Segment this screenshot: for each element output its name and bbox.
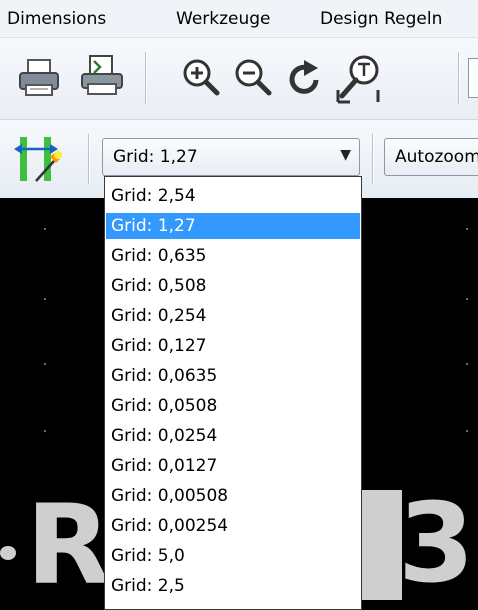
grid-dot	[44, 228, 46, 230]
menu-bar: Dimensions Werkzeuge Design Regeln	[0, 0, 478, 38]
grid-option[interactable]: Grid: 0,0254	[106, 423, 360, 449]
grid-dot	[466, 228, 468, 230]
zoom-select[interactable]: Autozoom	[384, 138, 478, 176]
canvas-label-r: R	[26, 481, 111, 609]
menu-werkzeuge[interactable]: Werkzeuge	[176, 9, 271, 29]
toolbar-separator	[88, 134, 89, 184]
grid-option[interactable]: Grid: 0,0635	[106, 363, 360, 389]
redraw-icon[interactable]	[284, 58, 326, 100]
grid-option[interactable]: Grid: 0,00508	[106, 483, 360, 509]
grid-dropdown-list: Grid: 2,54 Grid: 1,27 Grid: 0,635 Grid: 0,5…	[104, 176, 362, 610]
grid-dot	[466, 298, 468, 300]
clipped-toolbar-button[interactable]	[468, 58, 478, 98]
grid-select[interactable]: Grid: 1,27 ▼	[102, 138, 360, 176]
grid-dot	[44, 430, 46, 432]
toolbar-separator	[372, 134, 373, 184]
main-toolbar	[0, 38, 478, 120]
grid-dot	[466, 430, 468, 432]
grid-option[interactable]: Grid: 0,0127	[106, 453, 360, 479]
canvas-label-3: 3	[398, 479, 475, 607]
grid-option[interactable]: Grid: 2,5	[106, 573, 360, 599]
grid-dot	[44, 363, 46, 365]
zoom-fit-icon[interactable]	[334, 50, 384, 106]
grid-option[interactable]: Grid: 0,635	[106, 243, 360, 269]
canvas-stroke	[362, 490, 402, 600]
plot-icon[interactable]	[78, 53, 128, 101]
grid-option[interactable]: Grid: 0,254	[106, 303, 360, 329]
zoom-in-icon[interactable]	[180, 56, 222, 98]
toolbar-separator	[145, 52, 146, 104]
grid-dot	[44, 298, 46, 300]
grid-option[interactable]: Grid: 5,0	[106, 543, 360, 569]
grid-select-value: Grid: 1,27	[113, 147, 198, 167]
print-icon[interactable]	[16, 55, 62, 101]
toolbar-separator	[458, 52, 459, 104]
grid-option[interactable]: Grid: 0,0508	[106, 393, 360, 419]
grid-option[interactable]: Grid: 1,27	[106, 213, 360, 239]
chevron-down-icon: ▼	[340, 147, 351, 163]
track-width-icon[interactable]	[14, 133, 66, 185]
grid-option[interactable]: Grid: 0,127	[106, 333, 360, 359]
grid-dot	[466, 363, 468, 365]
menu-dimensions[interactable]: Dimensions	[7, 9, 106, 29]
zoom-select-value: Autozoom	[395, 147, 478, 167]
grid-option[interactable]: Grid: 2,54	[106, 183, 360, 209]
grid-option[interactable]: Grid: 0,508	[106, 273, 360, 299]
grid-option[interactable]: Grid: 0,00254	[106, 513, 360, 539]
menu-design-regeln[interactable]: Design Regeln	[320, 9, 442, 29]
canvas-stroke	[0, 546, 16, 560]
zoom-out-icon[interactable]	[232, 56, 274, 98]
